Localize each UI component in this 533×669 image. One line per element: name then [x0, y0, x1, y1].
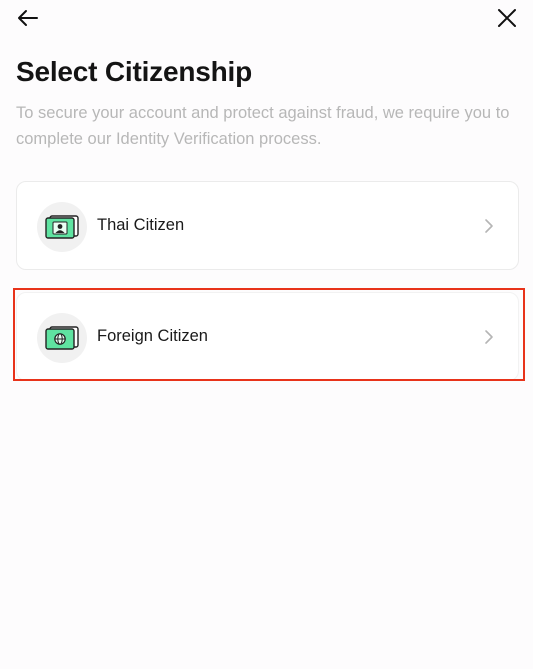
id-card-globe-icon	[37, 313, 87, 363]
page-title: Select Citizenship	[16, 56, 253, 87]
option-foreign-citizen[interactable]: Foreign Citizen	[16, 292, 519, 381]
chevron-right-icon	[485, 219, 493, 233]
close-icon	[498, 9, 516, 27]
chevron-right-icon	[485, 330, 493, 344]
close-button[interactable]	[493, 4, 521, 32]
page-subtitle: To secure your account and protect again…	[16, 104, 510, 148]
id-card-person-icon	[37, 202, 87, 252]
option-label: Foreign Citizen	[97, 327, 208, 345]
option-thai-citizen[interactable]: Thai Citizen	[16, 181, 519, 270]
top-bar	[0, 0, 533, 40]
back-button[interactable]	[14, 4, 42, 32]
option-label: Thai Citizen	[97, 216, 185, 234]
arrow-left-icon	[18, 10, 38, 26]
